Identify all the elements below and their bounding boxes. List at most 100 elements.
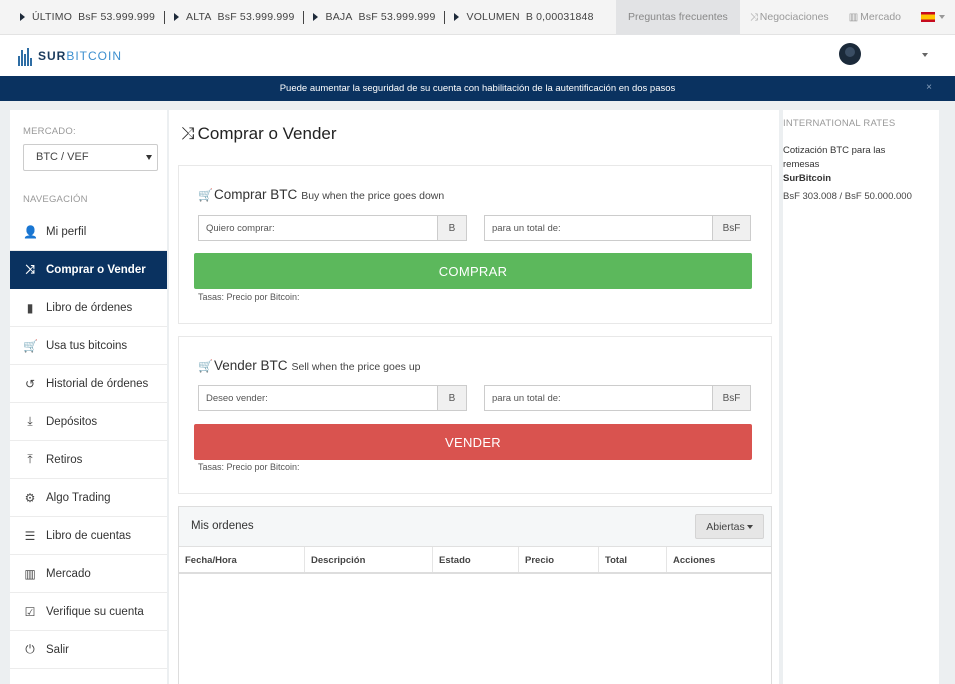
rates-caption-line1: Cotización BTC para las bbox=[783, 145, 886, 156]
brand-header: SURBITCOIN bbox=[0, 35, 955, 76]
sidebar-item-verify[interactable]: ☑ Verifique su cuenta bbox=[10, 593, 167, 631]
sell-amount-group: Deseo vender: B bbox=[198, 385, 467, 411]
user-menu-chevron-icon[interactable] bbox=[922, 53, 928, 57]
ticker-divider bbox=[444, 10, 446, 24]
ticker-value: BsF 53.999.999 bbox=[78, 11, 156, 23]
trades-label: Negociaciones bbox=[759, 11, 829, 23]
ticker-bar: ÚLTIMO BsF 53.999.999 ALTA BsF 53.999.999 … bbox=[0, 0, 955, 35]
sidebar-nav: 👤 Mi perfil ⤨ Comprar o Vender ▮ Libro de ó… bbox=[10, 213, 167, 669]
orders-filter-button[interactable]: Abiertas bbox=[695, 514, 764, 539]
buy-amount-unit: B bbox=[437, 215, 467, 241]
logo-mark-icon bbox=[18, 46, 34, 66]
sidebar-item-order-book[interactable]: ▮ Libro de órdenes bbox=[10, 289, 167, 327]
logo-text-part2: BITCOIN bbox=[66, 48, 123, 63]
page-title-text: Comprar o Vender bbox=[197, 124, 337, 143]
buy-subtitle: Buy when the price goes down bbox=[301, 190, 445, 202]
sidebar-item-withdrawals[interactable]: ⤒ Retiros bbox=[10, 441, 167, 479]
sidebar-item-accounts-book[interactable]: ☰ Libro de cuentas bbox=[10, 517, 167, 555]
buy-total-input[interactable]: para un total de: bbox=[484, 215, 712, 241]
buy-amount-group: Quiero comprar: B bbox=[198, 215, 467, 241]
international-rates-panel: INTERNATIONAL RATES Cotización BTC para … bbox=[783, 110, 939, 684]
market-select-value: BTC / VEF bbox=[36, 151, 89, 163]
sidebar: MERCADO: BTC / VEF NAVEGACIÓN 👤 Mi perfil… bbox=[10, 110, 167, 684]
buy-rates-text: Tasas: Precio por Bitcoin: bbox=[198, 292, 300, 302]
chevron-down-icon bbox=[746, 524, 753, 529]
chevron-down-icon bbox=[939, 15, 945, 19]
ticker-value: B 0,00031848 bbox=[525, 11, 594, 23]
language-selector[interactable] bbox=[911, 0, 955, 35]
sidebar-item-label: Usa tus bitcoins bbox=[46, 339, 128, 352]
power-icon: ⏻ bbox=[25, 642, 35, 656]
sidebar-item-deposits[interactable]: ⤓ Depósitos bbox=[10, 403, 167, 441]
market-label: Mercado bbox=[860, 11, 901, 23]
market-select[interactable]: BTC / VEF bbox=[23, 144, 158, 171]
column-header-description[interactable]: Descripción bbox=[305, 547, 433, 572]
spain-flag-icon bbox=[921, 12, 935, 22]
navigation-label: NAVEGACIÓN bbox=[23, 194, 88, 205]
logo-text-part1: SUR bbox=[38, 48, 67, 63]
ticker-label: ALTA bbox=[186, 11, 212, 23]
sell-heading: 🛒 Vender BTC Sell when the price goes up bbox=[198, 358, 421, 373]
upload-icon: ⤒ bbox=[27, 452, 33, 466]
logo[interactable]: SURBITCOIN bbox=[18, 46, 122, 66]
sell-total-input[interactable]: para un total de: bbox=[484, 385, 712, 411]
cart-icon: 🛒 bbox=[198, 188, 213, 202]
main-panel: ⤨ Comprar o Vender 🛒 Comprar BTC Buy when t… bbox=[169, 110, 779, 684]
buy-total-group: para un total de: BsF bbox=[484, 215, 751, 241]
sidebar-item-label: Libro de cuentas bbox=[46, 529, 132, 542]
sidebar-item-algo-trading[interactable]: ⚙ Algo Trading bbox=[10, 479, 167, 517]
buy-heading: 🛒 Comprar BTC Buy when the price goes down bbox=[198, 187, 444, 202]
sidebar-item-order-history[interactable]: ↺ Historial de órdenes bbox=[10, 365, 167, 403]
rates-title: INTERNATIONAL RATES bbox=[783, 118, 896, 129]
trades-link[interactable]: ⤨ Negociaciones bbox=[740, 0, 839, 35]
column-header-status[interactable]: Estado bbox=[433, 547, 519, 572]
book-icon: ▮ bbox=[26, 300, 34, 315]
sidebar-item-market[interactable]: ▥ Mercado bbox=[10, 555, 167, 593]
buy-button[interactable]: COMPRAR bbox=[194, 253, 752, 289]
column-header-total[interactable]: Total bbox=[599, 547, 667, 572]
check-square-icon: ☑ bbox=[24, 604, 36, 619]
sell-card: 🛒 Vender BTC Sell when the price goes up D… bbox=[178, 336, 772, 494]
history-icon: ↺ bbox=[24, 376, 36, 391]
top-links: Preguntas frecuentes ⤨ Negociaciones ▥ Mer… bbox=[615, 0, 955, 35]
list-icon: ☰ bbox=[24, 528, 36, 543]
sidebar-item-logout[interactable]: ⏻ Salir bbox=[10, 631, 167, 669]
ticker-divider bbox=[303, 10, 305, 24]
column-header-price[interactable]: Precio bbox=[519, 547, 599, 572]
sidebar-item-label: Verifique su cuenta bbox=[46, 605, 144, 618]
shuffle-icon: ⤨ bbox=[25, 262, 35, 276]
market-label: MERCADO: bbox=[23, 126, 76, 137]
ticker-last: ÚLTIMO BsF 53.999.999 bbox=[20, 11, 155, 23]
cart-icon: 🛒 bbox=[198, 359, 213, 373]
sidebar-item-buy-sell[interactable]: ⤨ Comprar o Vender bbox=[10, 251, 167, 289]
rates-value: BsF 303.008 / BsF 50.000.000 bbox=[783, 191, 912, 202]
avatar[interactable] bbox=[839, 43, 861, 65]
orders-filter-label: Abiertas bbox=[706, 520, 745, 533]
ticker-label: ÚLTIMO bbox=[32, 11, 73, 23]
sell-amount-input[interactable]: Deseo vender: bbox=[198, 385, 437, 411]
ticker-high: ALTA BsF 53.999.999 bbox=[174, 11, 294, 23]
gear-icon: ⚙ bbox=[24, 490, 36, 505]
sidebar-item-label: Retiros bbox=[46, 453, 83, 466]
ticker-label: VOLUMEN bbox=[466, 11, 520, 23]
sell-rates-text: Tasas: Precio por Bitcoin: bbox=[198, 462, 300, 472]
buy-amount-input[interactable]: Quiero comprar: bbox=[198, 215, 437, 241]
close-icon[interactable]: × bbox=[926, 82, 932, 93]
buy-card: 🛒 Comprar BTC Buy when the price goes down… bbox=[178, 165, 772, 324]
sidebar-item-profile[interactable]: 👤 Mi perfil bbox=[10, 213, 167, 251]
bar-chart-icon: ▥ bbox=[848, 11, 859, 23]
sidebar-item-label: Salir bbox=[46, 643, 70, 656]
triangle-right-icon bbox=[20, 13, 25, 21]
faq-link[interactable]: Preguntas frecuentes bbox=[615, 0, 740, 35]
sidebar-item-use-bitcoins[interactable]: 🛒 Usa tus bitcoins bbox=[10, 327, 167, 365]
sell-button[interactable]: VENDER bbox=[194, 424, 752, 460]
market-link[interactable]: ▥ Mercado bbox=[839, 0, 911, 35]
chevron-down-icon bbox=[146, 155, 152, 160]
banner-text: Puede aumentar la seguridad de su cuenta… bbox=[279, 83, 676, 94]
ticker-items: ÚLTIMO BsF 53.999.999 ALTA BsF 53.999.999 … bbox=[0, 0, 616, 35]
column-header-actions[interactable]: Acciones bbox=[667, 547, 771, 572]
ticker-label: BAJA bbox=[325, 11, 353, 23]
sidebar-item-label: Libro de órdenes bbox=[46, 301, 133, 314]
rates-provider: SurBitcoin bbox=[783, 173, 832, 184]
column-header-date[interactable]: Fecha/Hora bbox=[179, 547, 305, 572]
